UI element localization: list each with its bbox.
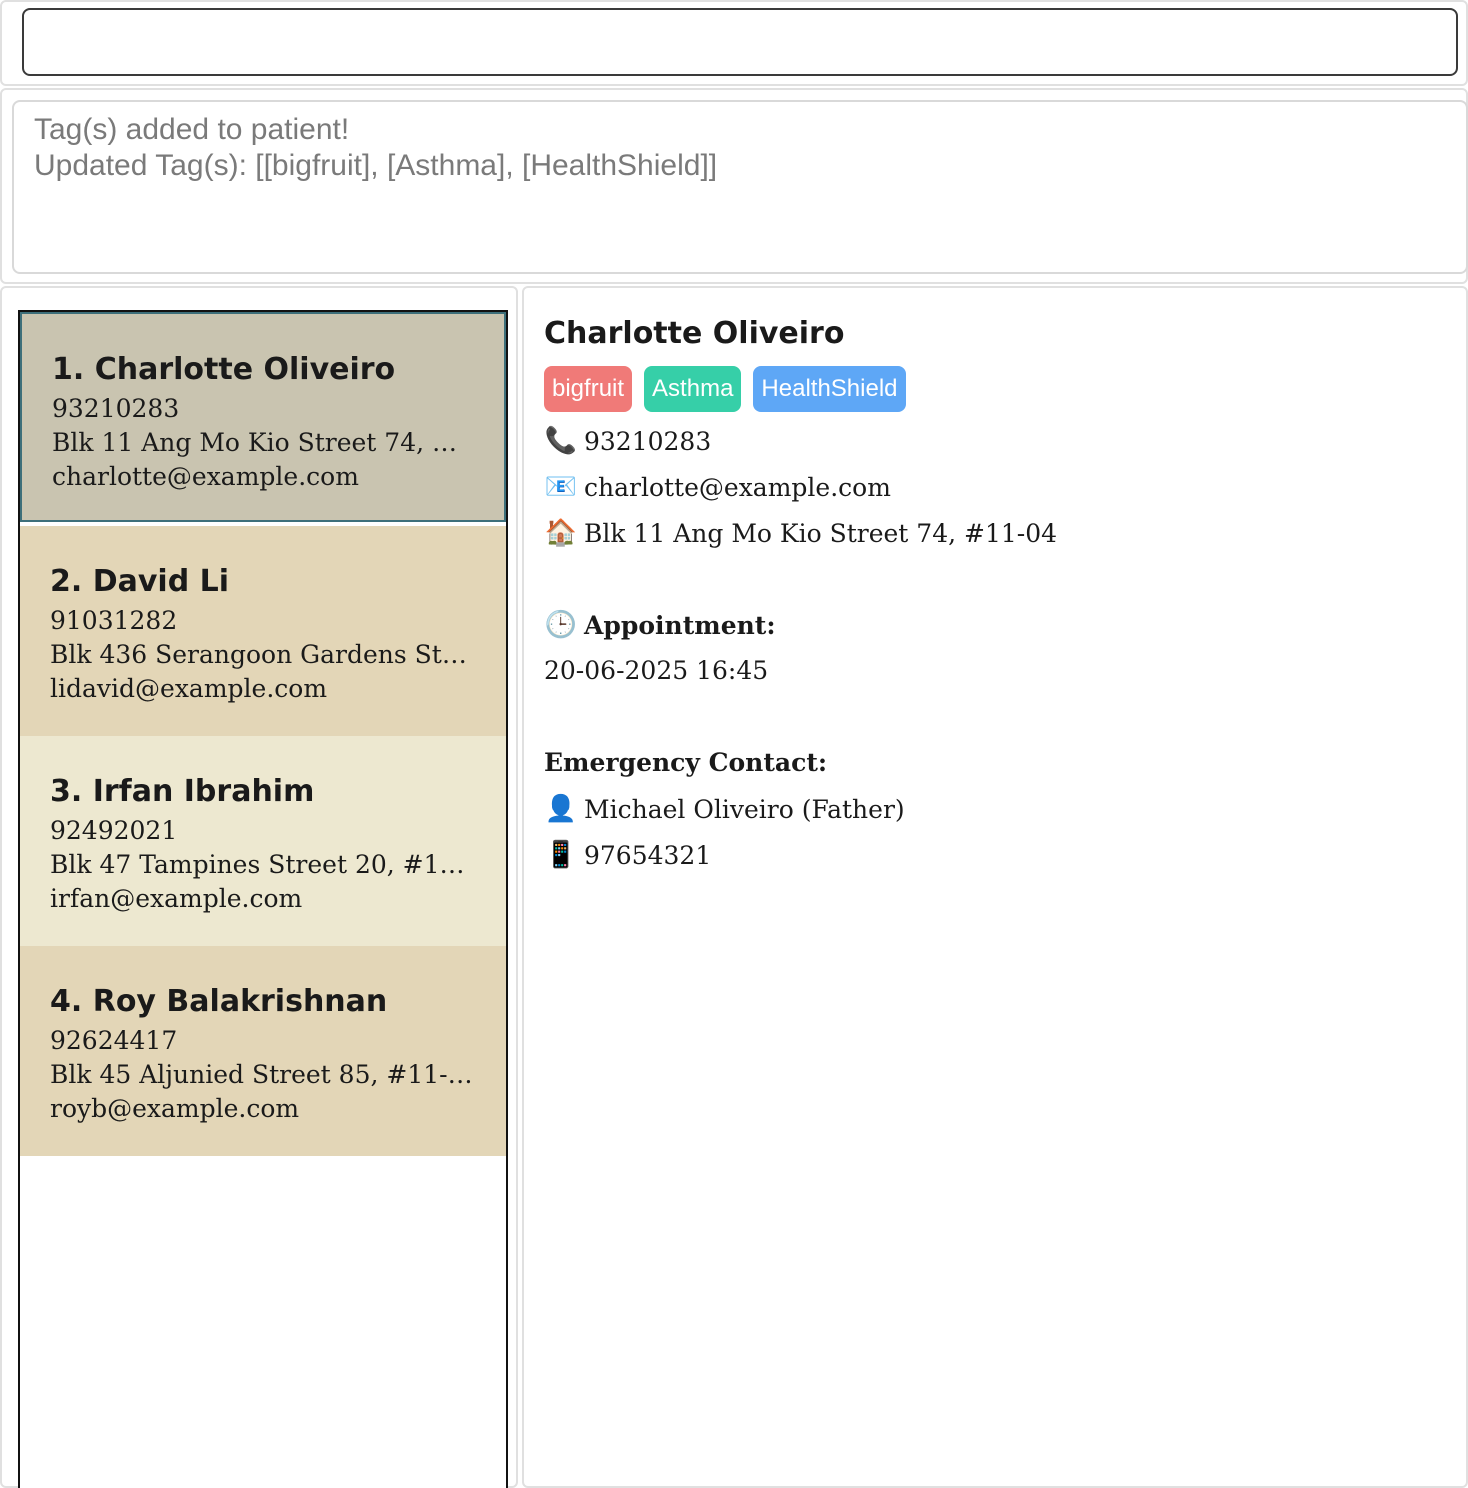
patient-name: 3. Irfan Ibrahim xyxy=(50,774,315,809)
appointment-header: 🕒 Appointment: xyxy=(544,602,1446,648)
patient-phone: 92492021 xyxy=(50,816,178,845)
person-icon: 👤 xyxy=(544,794,578,824)
patient-email: lidavid@example.com xyxy=(50,674,328,703)
emergency-name-row: 👤 Michael Oliveiro (Father) xyxy=(544,786,1446,832)
command-input[interactable] xyxy=(22,8,1458,76)
tag: HealthShield xyxy=(753,366,906,412)
emergency-name: Michael Oliveiro (Father) xyxy=(584,794,905,824)
patient-list-panel: 1. Charlotte Oliveiro 93210283 Blk 11 An… xyxy=(0,286,518,1488)
clock-icon: 🕒 xyxy=(544,610,578,640)
patient-name: 1. Charlotte Oliveiro xyxy=(52,352,396,387)
patient-phone: 93210283 xyxy=(52,394,180,423)
detail-email: charlotte@example.com xyxy=(584,472,891,502)
detail-email-row: 📧 charlotte@example.com xyxy=(544,464,1446,510)
detail-phone: 93210283 xyxy=(584,426,712,456)
emergency-phone-row: 📱 97654321 xyxy=(544,832,1446,878)
patient-address: Blk 436 Serangoon Gardens Street 26, #16… xyxy=(50,640,476,669)
patient-list[interactable]: 1. Charlotte Oliveiro 93210283 Blk 11 An… xyxy=(18,310,508,1488)
detail-phone-row: 📞 93210283 xyxy=(544,418,1446,464)
patient-email: royb@example.com xyxy=(50,1094,300,1123)
result-panel: Tag(s) added to patient! Updated Tag(s):… xyxy=(0,88,1468,284)
appointment-value: 20-06-2025 16:45 xyxy=(544,656,769,685)
patient-card[interactable]: 4. Roy Balakrishnan 92624417 Blk 45 Alju… xyxy=(20,946,506,1156)
email-icon: 📧 xyxy=(544,472,578,502)
patient-detail-panel: Charlotte Oliveiro bigfruit Asthma Healt… xyxy=(522,286,1468,1488)
command-panel xyxy=(0,0,1468,86)
emergency-contact-label: Emergency Contact: xyxy=(544,748,828,777)
phone-icon: 📞 xyxy=(544,426,578,456)
patient-email: irfan@example.com xyxy=(50,884,303,913)
tag: Asthma xyxy=(644,366,742,412)
patient-email: charlotte@example.com xyxy=(52,462,359,491)
result-line-1: Tag(s) added to patient! xyxy=(34,113,350,146)
patient-card[interactable]: 1. Charlotte Oliveiro 93210283 Blk 11 An… xyxy=(20,312,506,522)
detail-name: Charlotte Oliveiro xyxy=(544,316,845,351)
patient-address: Blk 47 Tampines Street 20, #17-35 xyxy=(50,850,476,879)
patient-phone: 92624417 xyxy=(50,1026,178,1055)
patient-name: 4. Roy Balakrishnan xyxy=(50,984,388,1019)
patient-address: Blk 45 Aljunied Street 85, #11-31 xyxy=(50,1060,476,1089)
detail-address-row: 🏠 Blk 11 Ang Mo Kio Street 74, #11-04 xyxy=(544,510,1446,556)
result-line-2: Updated Tag(s): [[bigfruit], [Asthma], [… xyxy=(34,149,718,182)
detail-address: Blk 11 Ang Mo Kio Street 74, #11-04 xyxy=(584,518,1058,548)
patient-phone: 91031282 xyxy=(50,606,178,635)
house-icon: 🏠 xyxy=(544,518,578,548)
appointment-label: Appointment: xyxy=(584,610,776,640)
mobile-phone-icon: 📱 xyxy=(544,840,578,870)
emergency-phone: 97654321 xyxy=(584,840,712,870)
tag-list: bigfruit Asthma HealthShield xyxy=(544,366,1446,412)
patient-address: Blk 11 Ang Mo Kio Street 74, #11-04 xyxy=(52,428,474,457)
patient-card[interactable]: 3. Irfan Ibrahim 92492021 Blk 47 Tampine… xyxy=(20,736,506,946)
patient-name: 2. David Li xyxy=(50,564,230,599)
tag: bigfruit xyxy=(544,366,633,412)
patient-card[interactable]: 2. David Li 91031282 Blk 436 Serangoon G… xyxy=(20,526,506,736)
result-display[interactable]: Tag(s) added to patient! Updated Tag(s):… xyxy=(12,100,1468,274)
